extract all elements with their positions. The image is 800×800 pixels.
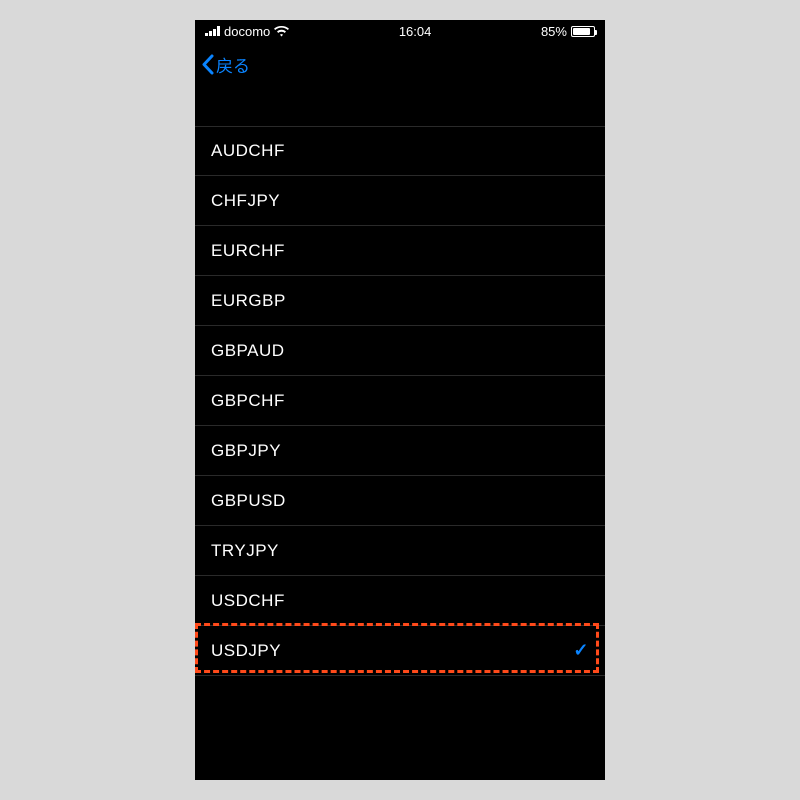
list-item[interactable]: CHFJPY — [195, 176, 605, 226]
list-item[interactable]: GBPJPY — [195, 426, 605, 476]
currency-pair-label: GBPUSD — [211, 491, 286, 511]
chevron-left-icon — [201, 54, 214, 75]
status-right: 85% — [541, 24, 595, 39]
back-button[interactable]: 戻る — [201, 52, 250, 77]
list-item[interactable]: GBPCHF — [195, 376, 605, 426]
status-time: 16:04 — [399, 24, 432, 39]
currency-pair-label: CHFJPY — [211, 191, 280, 211]
cellular-signal-icon — [205, 26, 220, 36]
currency-pair-label: EURGBP — [211, 291, 286, 311]
checkmark-icon: ✓ — [573, 640, 589, 661]
currency-pair-label: GBPJPY — [211, 441, 281, 461]
list-item[interactable]: USDJPY ✓ — [195, 626, 605, 676]
list-item[interactable]: AUDCHF — [195, 126, 605, 176]
wifi-icon — [274, 26, 289, 37]
currency-pair-label: USDCHF — [211, 591, 285, 611]
currency-pair-list: AUDCHF CHFJPY EURCHF EURGBP GBPAUD GBPCHF GBPJ… — [195, 126, 605, 676]
status-bar: docomo 16:04 85% — [195, 20, 605, 42]
list-item[interactable]: TRYJPY — [195, 526, 605, 576]
battery-icon — [571, 26, 595, 37]
currency-pair-label: GBPCHF — [211, 391, 285, 411]
navigation-bar: 戻る — [195, 42, 605, 86]
back-label: 戻る — [216, 52, 250, 77]
header-spacer — [195, 86, 605, 126]
status-left: docomo — [205, 24, 289, 39]
list-item[interactable]: USDCHF — [195, 576, 605, 626]
list-item[interactable]: EURCHF — [195, 226, 605, 276]
currency-pair-label: USDJPY — [211, 641, 281, 661]
battery-percent-label: 85% — [541, 24, 567, 39]
currency-pair-label: AUDCHF — [211, 141, 285, 161]
phone-frame: docomo 16:04 85% 戻る — [195, 20, 605, 780]
list-item[interactable]: GBPAUD — [195, 326, 605, 376]
list-item[interactable]: EURGBP — [195, 276, 605, 326]
currency-pair-label: EURCHF — [211, 241, 285, 261]
currency-pair-label: GBPAUD — [211, 341, 285, 361]
battery-fill — [573, 28, 590, 35]
currency-pair-label: TRYJPY — [211, 541, 279, 561]
list-item[interactable]: GBPUSD — [195, 476, 605, 526]
carrier-label: docomo — [224, 24, 270, 39]
